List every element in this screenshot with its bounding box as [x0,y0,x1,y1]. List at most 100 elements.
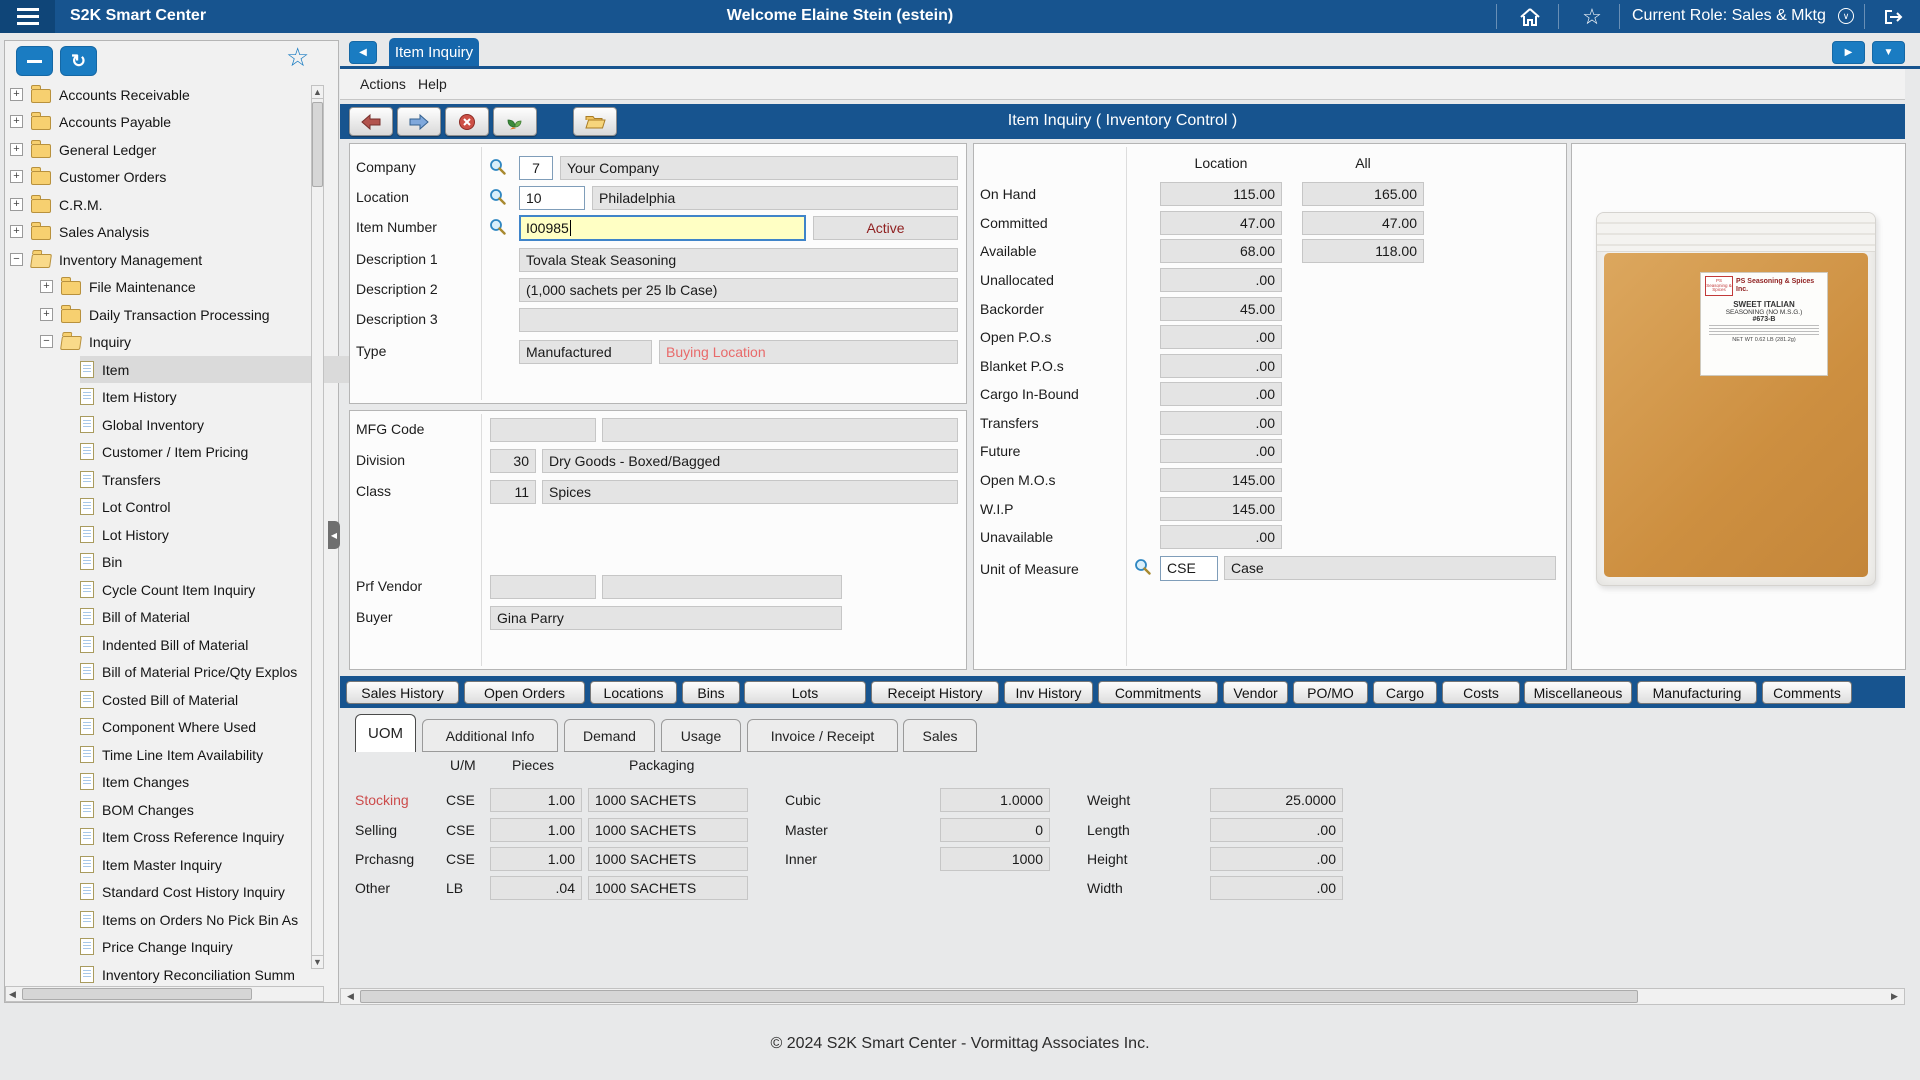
expander-icon[interactable]: + [40,308,53,321]
sidebar-favorite-icon[interactable]: ☆ [286,42,309,73]
tree-scroll-left[interactable]: ◀ [6,989,19,999]
favorite-star-icon[interactable]: ☆ [1575,5,1609,28]
expander-icon[interactable]: + [40,280,53,293]
expander-icon[interactable]: − [10,253,23,266]
sidebar-item-component-where-used[interactable]: Component Where Used [80,713,380,740]
sidebar-item-price-change-inquiry[interactable]: Price Change Inquiry [80,933,380,960]
tab-miscellaneous[interactable]: Miscellaneous [1524,681,1632,704]
tab-list-button[interactable]: ▼ [1872,41,1905,64]
main-scroll-thumb[interactable] [360,990,1638,1003]
expander-icon[interactable]: + [10,225,23,238]
sidebar-item-item[interactable]: Item [80,356,376,383]
sidebar-item-crm[interactable]: +C.R.M. [10,191,310,218]
refresh-button[interactable]: ↻ [60,46,97,76]
sidebar-item-item-history[interactable]: Item History [80,383,380,410]
subtab-demand[interactable]: Demand [564,719,655,752]
width-label: Width [1087,880,1123,896]
company-search-icon[interactable] [489,158,506,175]
sidebar-item-accounts-receivable[interactable]: +Accounts Receivable [10,81,310,108]
item-number-input[interactable]: I00985 [519,215,806,241]
sidebar-item-bom-changes[interactable]: BOM Changes [80,796,380,823]
tree-item-label: Lot History [102,527,169,543]
subtab-usage[interactable]: Usage [661,719,741,752]
tree-scroll-down[interactable]: ▼ [311,955,324,969]
sidebar-item-file-maintenance[interactable]: +File Maintenance [40,273,340,300]
role-dropdown-icon[interactable]: ∨ [1838,8,1854,24]
sidebar-item-indented-bill-of-material[interactable]: Indented Bill of Material [80,631,380,658]
subtab-invoice-receipt[interactable]: Invoice / Receipt [747,719,898,752]
sidebar-item-sales-analysis[interactable]: +Sales Analysis [10,218,310,245]
main-scroll-right[interactable]: ▶ [1888,991,1901,1002]
sidebar-item-bin[interactable]: Bin [80,548,380,575]
expander-icon[interactable]: + [10,115,23,128]
expander-icon[interactable]: + [10,143,23,156]
uom-code-input[interactable]: CSE [1160,556,1218,581]
sidebar-item-general-ledger[interactable]: +General Ledger [10,136,310,163]
tab-bins[interactable]: Bins [682,681,740,704]
sidebar-item-item-master-inquiry[interactable]: Item Master Inquiry [80,851,380,878]
tab-vendor[interactable]: Vendor [1223,681,1288,704]
tab-locations[interactable]: Locations [590,681,677,704]
sidebar-item-lot-control[interactable]: Lot Control [80,493,380,520]
tab-manufacturing[interactable]: Manufacturing [1637,681,1757,704]
sidebar-item-items-on-orders-no-pick-bin[interactable]: Items on Orders No Pick Bin As [80,906,380,933]
tab-open-orders[interactable]: Open Orders [464,681,585,704]
sidebar-item-transfers[interactable]: Transfers [80,466,380,493]
sidebar-item-bom-price-qty-explosion[interactable]: Bill of Material Price/Qty Explos [80,658,380,685]
logout-icon[interactable] [1876,5,1910,28]
tree-scroll-up[interactable]: ▲ [311,85,324,99]
tab-lots[interactable]: Lots [744,681,866,704]
tab-po-mo[interactable]: PO/MO [1293,681,1368,704]
sidebar-collapse-handle[interactable]: ◀ [328,521,340,549]
next-tab-button[interactable]: ▶ [1832,41,1865,64]
current-role[interactable]: Current Role: Sales & Mktg [1632,7,1826,25]
sidebar-item-global-inventory[interactable]: Global Inventory [80,411,380,438]
sidebar-item-item-changes[interactable]: Item Changes [80,768,380,795]
qty-label: Unavailable [980,529,1053,545]
subtab-additional-info[interactable]: Additional Info [422,719,558,752]
tree-vertical-scrollbar[interactable] [311,99,324,955]
tab-receipt-history[interactable]: Receipt History [871,681,999,704]
sidebar-item-customer-orders[interactable]: +Customer Orders [10,163,310,190]
sidebar-item-accounts-payable[interactable]: +Accounts Payable [10,108,310,135]
sidebar-item-bill-of-material[interactable]: Bill of Material [80,603,380,630]
expander-icon[interactable]: + [10,88,23,101]
tab-commitments[interactable]: Commitments [1098,681,1218,704]
home-icon[interactable] [1513,5,1547,28]
sidebar-item-daily-transaction-processing[interactable]: +Daily Transaction Processing [40,301,340,328]
location-code-input[interactable]: 10 [519,186,585,210]
expander-icon[interactable]: − [40,335,53,348]
sidebar-item-costed-bill-of-material[interactable]: Costed Bill of Material [80,686,380,713]
sidebar-item-cycle-count-item-inquiry[interactable]: Cycle Count Item Inquiry [80,576,380,603]
tree-scroll-thumb[interactable] [312,102,323,187]
location-search-icon[interactable] [489,188,506,205]
sidebar-item-customer-item-pricing[interactable]: Customer / Item Pricing [80,438,380,465]
menu-actions[interactable]: Actions [360,76,406,92]
uom-search-icon[interactable] [1134,558,1151,575]
tab-item-inquiry[interactable]: Item Inquiry [389,38,479,66]
main-scroll-left[interactable]: ◀ [344,991,357,1002]
sidebar-item-inventory-management[interactable]: −Inventory Management [10,246,310,273]
subtab-sales[interactable]: Sales [903,719,977,752]
menu-help[interactable]: Help [418,76,447,92]
tree-hscroll-thumb[interactable] [22,988,252,1000]
sidebar-item-item-cross-reference-inquiry[interactable]: Item Cross Reference Inquiry [80,823,380,850]
tab-sales-history[interactable]: Sales History [346,681,459,704]
uom-packaging-value: 1000 SACHETS [588,876,748,900]
tab-inv-history[interactable]: Inv History [1004,681,1093,704]
sidebar-item-inquiry[interactable]: −Inquiry [40,328,340,355]
tab-costs[interactable]: Costs [1442,681,1520,704]
subtab-uom[interactable]: UOM [355,714,416,752]
sidebar-item-inventory-reconciliation-summary[interactable]: Inventory Reconciliation Summ [80,961,380,988]
menu-button[interactable] [0,0,55,33]
expander-icon[interactable]: + [10,170,23,183]
expander-icon[interactable]: + [10,198,23,211]
sidebar-item-time-line-item-availability[interactable]: Time Line Item Availability [80,741,380,768]
sidebar-item-standard-cost-history-inquiry[interactable]: Standard Cost History Inquiry [80,878,380,905]
collapse-all-button[interactable] [16,46,53,76]
tab-comments[interactable]: Comments [1762,681,1852,704]
item-search-icon[interactable] [489,218,506,235]
prev-tab-button[interactable]: ◀ [349,41,377,64]
company-code-input[interactable]: 7 [519,156,553,180]
tab-cargo[interactable]: Cargo [1373,681,1437,704]
